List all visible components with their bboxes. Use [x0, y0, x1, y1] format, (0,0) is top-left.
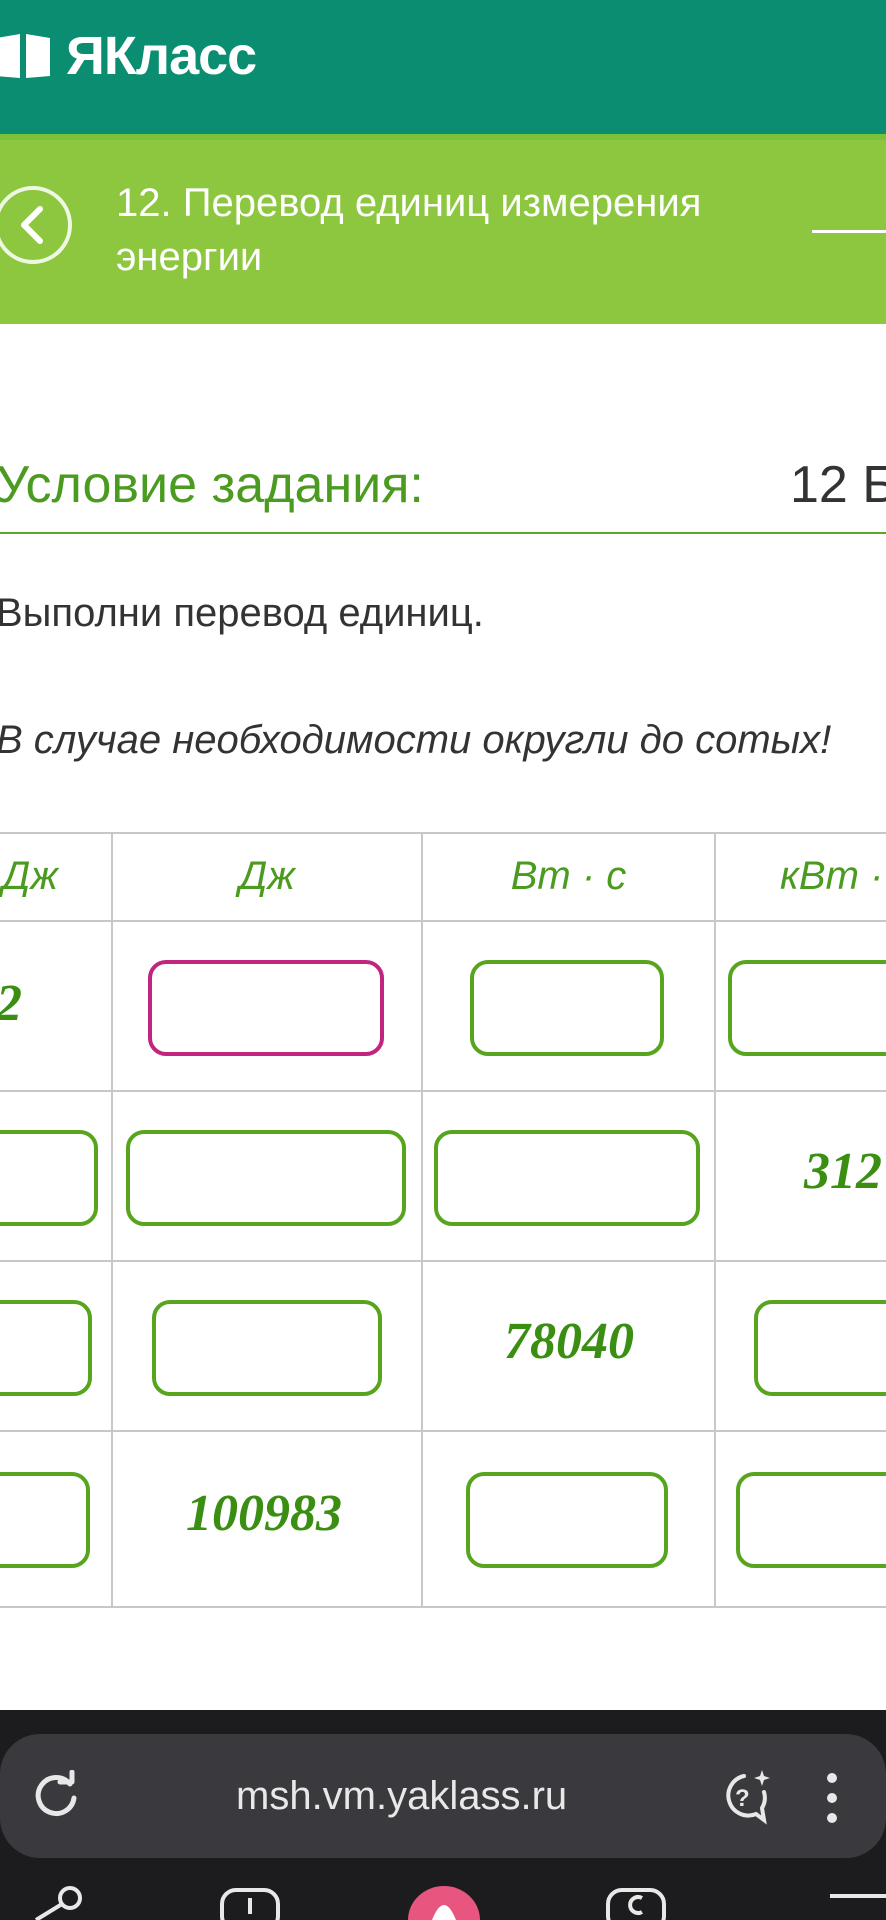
address-bar[interactable]: msh.vm.yaklass.ru ? — [0, 1734, 886, 1858]
task-note: В случае необходимости округли до сотых! — [0, 718, 832, 762]
heading-divider — [0, 532, 886, 534]
browser-logo-icon[interactable] — [402, 1884, 486, 1920]
table-border — [0, 1260, 886, 1262]
answer-input[interactable] — [0, 1130, 98, 1226]
task-instruction: Выполни перевод единиц. — [0, 591, 484, 635]
given-value: 32 — [0, 974, 22, 1033]
reload-icon[interactable] — [30, 1770, 82, 1822]
answer-input[interactable] — [126, 1130, 406, 1226]
brand-name: ЯКласс — [66, 26, 257, 86]
answer-input[interactable] — [728, 960, 886, 1056]
table-border — [0, 1430, 886, 1432]
table-border — [0, 920, 886, 922]
column-header: кВт · ч — [780, 853, 886, 898]
tabs-icon[interactable] — [604, 1884, 668, 1920]
answer-input[interactable] — [466, 1472, 668, 1568]
answer-input[interactable] — [736, 1472, 886, 1568]
answer-input[interactable] — [754, 1300, 886, 1396]
lesson-title: 12. Перевод единиц измерения энергии — [116, 181, 702, 279]
table-border — [111, 832, 113, 1608]
table-border — [0, 1606, 886, 1608]
given-value: 78040 — [504, 1313, 634, 1370]
assistant-icon[interactable]: ? — [716, 1768, 774, 1826]
download-icon[interactable] — [218, 1884, 282, 1920]
table-border — [714, 832, 716, 1608]
task-score: 12 Б — [790, 456, 886, 514]
given-value: 100983 — [186, 1485, 342, 1542]
app-header: ЯКласс — [0, 0, 886, 134]
answer-input[interactable] — [0, 1472, 90, 1568]
more-menu-icon[interactable] — [820, 1770, 844, 1826]
conversion-table: Дж Дж Вт · с кВт · ч 32 312 78040 100983 — [0, 832, 886, 1608]
url-text: msh.vm.yaklass.ru — [236, 1774, 568, 1818]
task-heading: Условие задания: — [0, 456, 424, 514]
lesson-bar: 12. Перевод единиц измерения энергии — [0, 140, 886, 324]
column-header: Дж — [2, 853, 58, 898]
book-icon — [0, 34, 50, 78]
brand-logo[interactable]: ЯКласс — [0, 26, 257, 86]
answer-input[interactable] — [0, 1300, 92, 1396]
chevron-left-icon — [21, 206, 43, 244]
svg-text:?: ? — [735, 1785, 750, 1812]
table-border — [421, 832, 423, 1608]
answer-input[interactable] — [434, 1130, 700, 1226]
share-icon[interactable] — [26, 1884, 86, 1920]
back-button[interactable] — [0, 186, 72, 264]
answer-input[interactable] — [152, 1300, 382, 1396]
table-border — [0, 1090, 886, 1092]
hamburger-menu-icon[interactable] — [830, 1884, 886, 1920]
answer-input[interactable] — [470, 960, 664, 1056]
browser-bar: msh.vm.yaklass.ru ? — [0, 1710, 886, 1920]
column-header: Дж — [239, 853, 295, 898]
given-value: 312 — [804, 1143, 882, 1200]
progress-indicator — [812, 230, 886, 233]
column-header: Вт · с — [510, 853, 627, 898]
answer-input[interactable] — [148, 960, 384, 1056]
